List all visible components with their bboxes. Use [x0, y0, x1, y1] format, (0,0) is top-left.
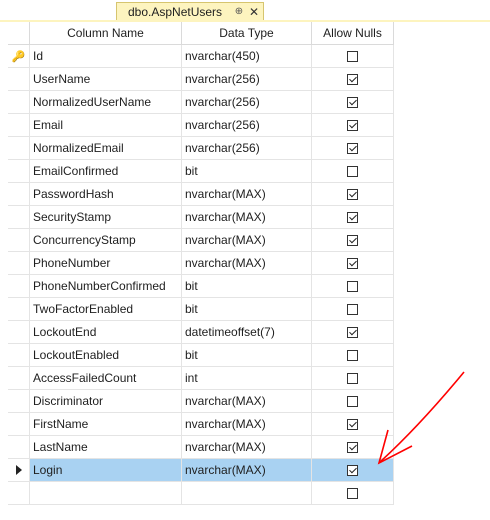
red-annotation-arrow — [377, 371, 465, 465]
annotation-arrow-shaft — [379, 371, 465, 463]
